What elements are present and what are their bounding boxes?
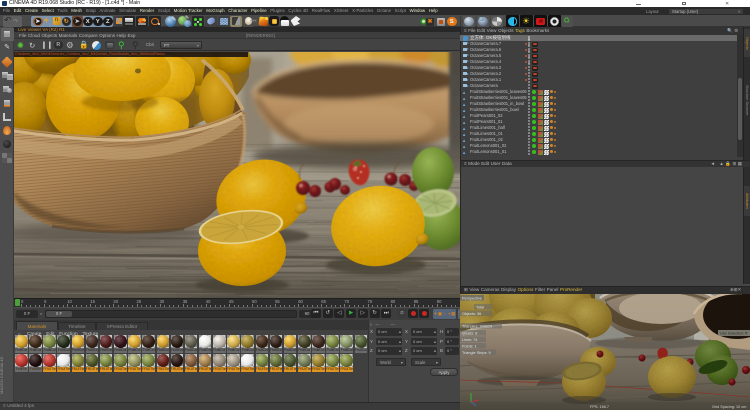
svg-text:Points: 1: Points: 1 [462, 344, 477, 348]
svg-text:Objects: 36: Objects: 36 [462, 312, 481, 316]
svg-text:Grid Spacing: 10 cm: Grid Spacing: 10 cm [712, 405, 746, 409]
svg-text:Triangles: 908629: Triangles: 908629 [462, 324, 492, 328]
svg-text:Quads: 8: Quads: 8 [462, 331, 477, 335]
svg-text:Lines: 74: Lines: 74 [462, 338, 477, 342]
svg-text:Use Selection ✕: Use Selection ✕ [720, 331, 748, 335]
svg-text:Triangle Strips: 9: Triangle Strips: 9 [462, 351, 491, 355]
svg-text:Perspective: Perspective [462, 296, 482, 300]
svg-text:Total: Total [476, 305, 484, 309]
svg-text:FPS: 166.7: FPS: 166.7 [590, 405, 609, 409]
